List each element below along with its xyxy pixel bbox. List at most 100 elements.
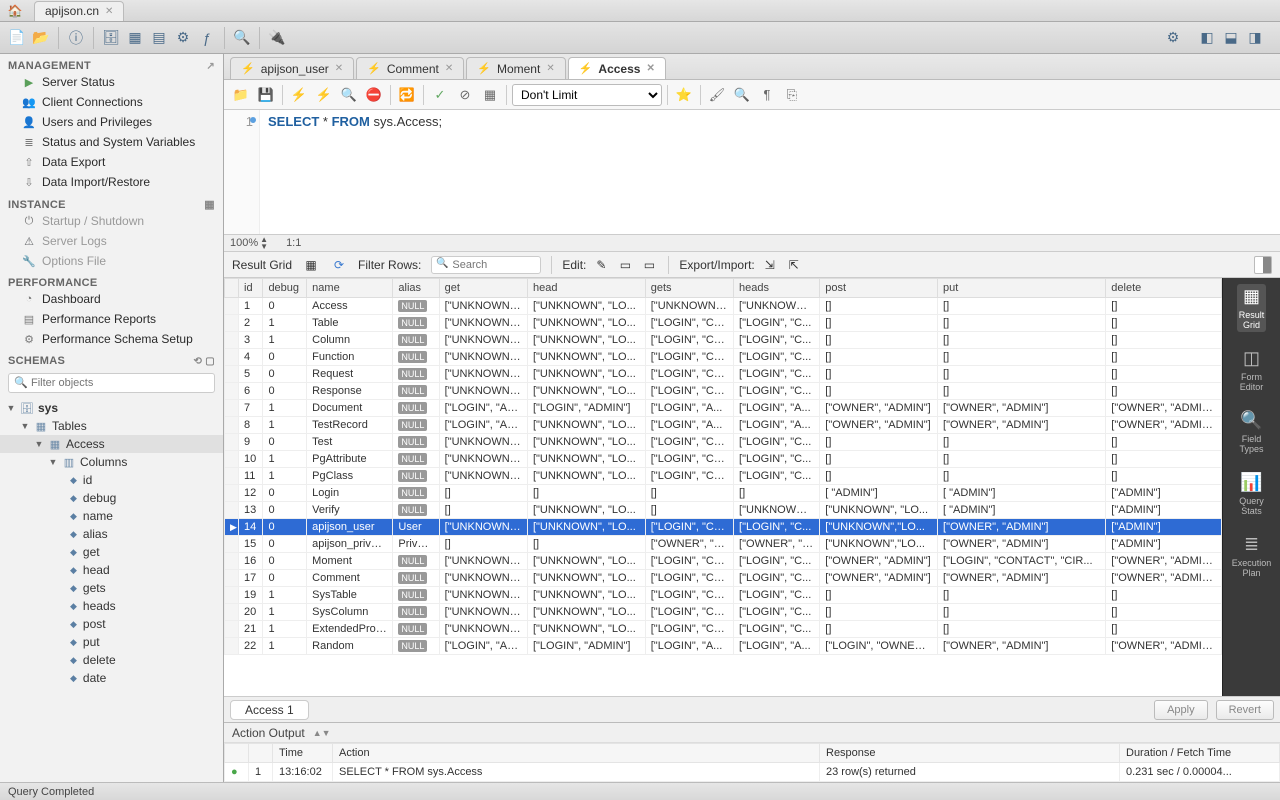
table-row[interactable]: 221RandomNULL["LOGIN", "AD...["LOGIN", "… bbox=[225, 638, 1222, 655]
file-tab[interactable]: ⚡Access✕ bbox=[568, 57, 666, 79]
rollback-icon[interactable]: ⊘ bbox=[454, 84, 476, 106]
grid-side-btn[interactable]: ◫Form Editor bbox=[1238, 346, 1266, 394]
edit-row-icon[interactable]: ▭ bbox=[616, 256, 634, 274]
tree-db[interactable]: ▼ 🗄 sys bbox=[0, 399, 223, 417]
table-row[interactable]: ▶140apijson_userUser["UNKNOWN"...["UNKNO… bbox=[225, 519, 1222, 536]
proc-icon[interactable]: ⚙ bbox=[172, 27, 194, 49]
invisible-icon[interactable]: ⎘ bbox=[781, 84, 803, 106]
output-selector-icon[interactable]: ▲▼ bbox=[313, 728, 331, 738]
grid-side-btn[interactable]: ▦Result Grid bbox=[1237, 284, 1267, 332]
table-row[interactable]: 10AccessNULL["UNKNOWN"...["UNKNOWN", "LO… bbox=[225, 298, 1222, 315]
grid-column-header[interactable] bbox=[225, 279, 239, 298]
new-sql-icon[interactable]: 📄 bbox=[6, 27, 28, 49]
table-row[interactable]: 40FunctionNULL["UNKNOWN"...["UNKNOWN", "… bbox=[225, 349, 1222, 366]
grid-column-header[interactable]: post bbox=[820, 279, 938, 298]
tree-column[interactable]: ◆date bbox=[0, 669, 223, 687]
tree-column[interactable]: ◆get bbox=[0, 543, 223, 561]
grid-column-header[interactable]: heads bbox=[734, 279, 820, 298]
grid-column-header[interactable]: head bbox=[527, 279, 645, 298]
grid-column-header[interactable]: gets bbox=[645, 279, 733, 298]
gear-icon[interactable]: ⚙ bbox=[1162, 27, 1184, 49]
table-row[interactable]: 111PgClassNULL["UNKNOWN"...["UNKNOWN", "… bbox=[225, 468, 1222, 485]
grid-side-btn[interactable]: 🔍Field Types bbox=[1237, 408, 1265, 456]
limit-select[interactable]: Don't Limit bbox=[512, 84, 662, 106]
find-icon[interactable]: 🔍 bbox=[731, 84, 753, 106]
table-row[interactable]: 90TestNULL["UNKNOWN"...["UNKNOWN", "LO..… bbox=[225, 434, 1222, 451]
grid-side-btn[interactable]: ≣Execution Plan bbox=[1230, 532, 1274, 580]
file-tab[interactable]: ⚡Comment✕ bbox=[356, 57, 464, 79]
table-row[interactable]: 21TableNULL["UNKNOWN"...["UNKNOWN", "LO.… bbox=[225, 315, 1222, 332]
sidebar-item[interactable]: ▤Performance Reports bbox=[8, 309, 215, 329]
open-icon[interactable]: 📁 bbox=[230, 84, 252, 106]
table-row[interactable]: 150apijson_privacyPrivacy[][]["OWNER", "… bbox=[225, 536, 1222, 553]
collapse-icon[interactable]: ↗ bbox=[206, 61, 215, 72]
table-row[interactable]: 101PgAttributeNULL["UNKNOWN"...["UNKNOWN… bbox=[225, 451, 1222, 468]
result-grid-scroll[interactable]: iddebugnamealiasgetheadgetsheadspostputd… bbox=[224, 278, 1222, 696]
file-tab[interactable]: ⚡Moment✕ bbox=[466, 57, 565, 79]
sidebar-item[interactable]: ⚙Performance Schema Setup bbox=[8, 329, 215, 349]
connection-tab[interactable]: apijson.cn ✕ bbox=[34, 1, 124, 21]
export-icon[interactable]: ⇲ bbox=[761, 256, 779, 274]
wrap-toggle-icon[interactable] bbox=[1254, 256, 1272, 274]
tree-column[interactable]: ◆gets bbox=[0, 579, 223, 597]
sidebar-item[interactable]: ≣Status and System Variables bbox=[8, 132, 215, 152]
grid-column-header[interactable]: name bbox=[307, 279, 393, 298]
tree-column[interactable]: ◆post bbox=[0, 615, 223, 633]
sidebar-item[interactable]: 👤Users and Privileges bbox=[8, 112, 215, 132]
stop-icon[interactable]: ⛔ bbox=[363, 84, 385, 106]
table-row[interactable]: 201SysColumnNULL["UNKNOWN"...["UNKNOWN",… bbox=[225, 604, 1222, 621]
star-icon[interactable]: ⭐ bbox=[673, 84, 695, 106]
tree-column[interactable]: ◆name bbox=[0, 507, 223, 525]
commit-icon[interactable]: 🔁 bbox=[396, 84, 418, 106]
delete-row-icon[interactable]: ▭ bbox=[640, 256, 658, 274]
toggle-icon[interactable]: ▦ bbox=[479, 84, 501, 106]
grid-tab[interactable]: Access 1 bbox=[230, 700, 309, 720]
sidebar-item[interactable]: ⏻Startup / Shutdown bbox=[8, 211, 215, 231]
tree-column[interactable]: ◆debug bbox=[0, 489, 223, 507]
close-icon[interactable]: ✕ bbox=[335, 63, 343, 74]
sql-editor[interactable]: 1 SELECT * FROM sys.Access; bbox=[224, 110, 1280, 234]
table-row[interactable]: 130VerifyNULL[]["UNKNOWN", "LO...[]["UNK… bbox=[225, 502, 1222, 519]
close-icon[interactable]: ✕ bbox=[546, 63, 554, 74]
table-row[interactable]: 160MomentNULL["UNKNOWN"...["UNKNOWN", "L… bbox=[225, 553, 1222, 570]
execute-icon[interactable]: ⚡ bbox=[288, 84, 310, 106]
sidebar-item[interactable]: 👥Client Connections bbox=[8, 92, 215, 112]
home-icon[interactable]: 🏠 bbox=[0, 4, 30, 18]
grid-column-header[interactable]: alias bbox=[393, 279, 439, 298]
grid-side-btn[interactable]: 📊Query Stats bbox=[1237, 470, 1266, 518]
tree-column[interactable]: ◆alias bbox=[0, 525, 223, 543]
import-icon[interactable]: ⇱ bbox=[785, 256, 803, 274]
sidebar-item[interactable]: ⇧Data Export bbox=[8, 152, 215, 172]
close-icon[interactable]: ✕ bbox=[445, 63, 453, 74]
schema-icon[interactable]: 🗄 bbox=[100, 27, 122, 49]
autocommit-icon[interactable]: ✓ bbox=[429, 84, 451, 106]
table-icon[interactable]: ▦ bbox=[124, 27, 146, 49]
edit-icon[interactable]: ✎ bbox=[592, 256, 610, 274]
open-sql-icon[interactable]: 📂 bbox=[30, 27, 52, 49]
panel-right-icon[interactable]: ◨ bbox=[1244, 27, 1266, 49]
tree-tables[interactable]: ▼ ▦ Tables bbox=[0, 417, 223, 435]
func-icon[interactable]: ƒ bbox=[196, 27, 218, 49]
table-row[interactable]: 170CommentNULL["UNKNOWN"...["UNKNOWN", "… bbox=[225, 570, 1222, 587]
tree-column[interactable]: ◆delete bbox=[0, 651, 223, 669]
sidebar-item[interactable]: ◔Dashboard bbox=[8, 289, 215, 309]
table-row[interactable]: 211ExtendedProp...NULL["UNKNOWN"...["UNK… bbox=[225, 621, 1222, 638]
tree-column[interactable]: ◆id bbox=[0, 471, 223, 489]
table-row[interactable]: 191SysTableNULL["UNKNOWN"...["UNKNOWN", … bbox=[225, 587, 1222, 604]
beautify-icon[interactable]: 🖌 bbox=[706, 84, 728, 106]
save-icon[interactable]: 💾 bbox=[255, 84, 277, 106]
table-row[interactable]: 50RequestNULL["UNKNOWN"...["UNKNOWN", "L… bbox=[225, 366, 1222, 383]
table-row[interactable]: 81TestRecordNULL["LOGIN", "AD...["UNKNOW… bbox=[225, 417, 1222, 434]
grid-column-header[interactable]: debug bbox=[263, 279, 307, 298]
refresh-icon[interactable]: ⟳ bbox=[330, 256, 348, 274]
grid-column-header[interactable]: get bbox=[439, 279, 527, 298]
reconnect-icon[interactable]: 🔌 bbox=[266, 27, 288, 49]
tree-columns[interactable]: ▼ ▥ Columns bbox=[0, 453, 223, 471]
execute-cursor-icon[interactable]: ⚡ bbox=[313, 84, 335, 106]
revert-button[interactable]: Revert bbox=[1216, 700, 1274, 720]
sidebar-item[interactable]: ⇩Data Import/Restore bbox=[8, 172, 215, 192]
explain-icon[interactable]: 🔍 bbox=[338, 84, 360, 106]
search-icon[interactable]: 🔍 bbox=[231, 27, 253, 49]
table-row[interactable]: 120LoginNULL[][][][][ "ADMIN"][ "ADMIN"]… bbox=[225, 485, 1222, 502]
table-row[interactable]: 71DocumentNULL["LOGIN", "AD...["LOGIN", … bbox=[225, 400, 1222, 417]
